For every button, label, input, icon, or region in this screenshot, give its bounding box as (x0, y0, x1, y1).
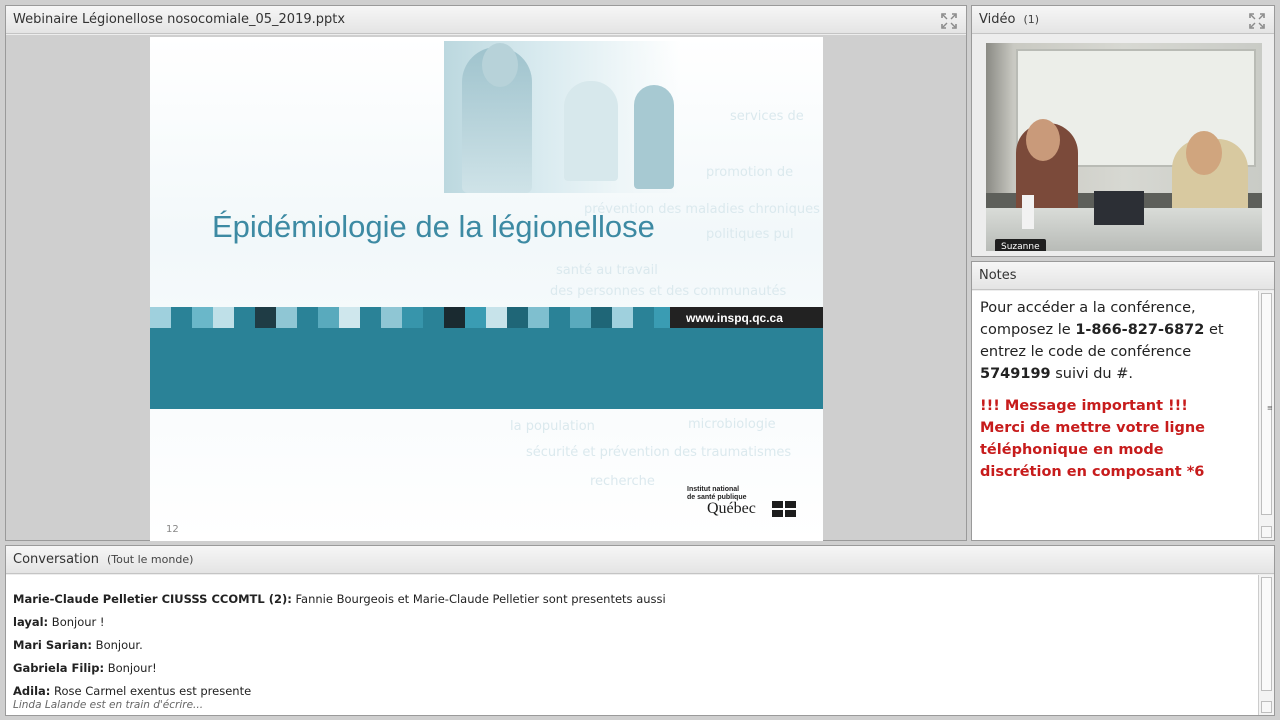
chat-text: Bonjour! (104, 661, 157, 675)
chat-message: Mari Sarian: Bonjour. (13, 637, 1251, 660)
chat-sender: Adila: (13, 684, 51, 698)
chat-pod: Conversation (Tout le monde) Marie-Claud… (5, 545, 1275, 716)
chat-message: layal: Bonjour ! (13, 614, 1251, 637)
conference-phone: 1-866-827-6872 (1075, 322, 1205, 338)
scroll-down-button[interactable] (1261, 701, 1272, 713)
notes-pod-title: Notes (979, 268, 1017, 283)
chat-text: Rose Carmel exentus est presente (50, 684, 252, 698)
share-pod: Webinaire Légionellose nosocomiale_05_20… (5, 5, 967, 541)
video-pod-title: Vidéo (979, 12, 1016, 27)
chat-pod-header: Conversation (Tout le monde) (6, 546, 1274, 574)
video-participant-count: (1) (1023, 13, 1040, 26)
slide-color-band (150, 328, 823, 409)
logo-name: Québec (707, 500, 756, 517)
notes-line: Pour accéder a la conférence, (980, 300, 1196, 316)
notes-scrollbar[interactable]: ≡ (1258, 291, 1274, 540)
notes-pod-header: Notes (972, 262, 1274, 290)
slide-ghost-text: recherche (590, 474, 655, 489)
expand-icon[interactable] (941, 13, 957, 29)
slide-url: www.inspq.qc.ca (670, 307, 823, 328)
scroll-down-button[interactable] (1261, 526, 1272, 538)
slide-ghost-text: politiques pul (706, 227, 794, 242)
slide-photo (444, 41, 680, 193)
notes-pod: Notes Pour accéder a la conférence, comp… (971, 261, 1275, 541)
chat-audience[interactable]: (Tout le monde) (107, 553, 193, 566)
share-pod-title: Webinaire Légionellose nosocomiale_05_20… (13, 12, 346, 27)
share-pod-header: Webinaire Légionellose nosocomiale_05_20… (6, 6, 966, 34)
chat-text: Bonjour ! (48, 615, 105, 629)
slide-ghost-text: microbiologie (688, 417, 776, 432)
typing-indicator: Linda Lalande est en train d'écrire... (13, 699, 204, 711)
chat-text: Fannie Bourgeois et Marie-Claude Pelleti… (291, 592, 666, 606)
slide-page-number: 12 (166, 524, 179, 535)
slide-ghost-text: sécurité et prévention des traumatismes (526, 445, 792, 460)
notes-line: 5749199 suivi du #. (980, 366, 1133, 382)
chat-text: Bonjour. (92, 638, 143, 652)
chat-message: Marie-Claude Pelletier CIUSSS CCOMTL (2)… (13, 591, 1251, 614)
important-message-heading: !!! Message important !!! (980, 398, 1188, 414)
chat-scrollbar[interactable] (1258, 575, 1274, 715)
participant-name-tag: Suzanne (995, 239, 1046, 251)
chat-sender: Gabriela Filip: (13, 661, 105, 675)
slide-ghost-text: des personnes et des communautés (550, 284, 787, 299)
chat-sender: Mari Sarian: (13, 638, 93, 652)
scrollbar-thumb[interactable]: ≡ (1261, 293, 1273, 515)
slide-ghost-text: la population (510, 419, 595, 434)
chat-sender: layal: (13, 615, 49, 629)
conference-code: 5749199 (980, 366, 1051, 382)
video-pod-header: Vidéo (1) (972, 6, 1274, 34)
notes-line: composez le 1-866-827-6872 et (980, 322, 1224, 338)
quebec-flag-icon (772, 501, 796, 517)
chat-messages: Marie-Claude Pelletier CIUSSS CCOMTL (2)… (6, 575, 1258, 715)
important-message-body: Merci de mettre votre ligne téléphonique… (980, 420, 1205, 480)
chat-pod-title: Conversation (13, 552, 99, 567)
notes-content: Pour accéder a la conférence, composez l… (972, 291, 1258, 540)
video-pod: Vidéo (1) Suzanne (971, 5, 1275, 257)
slide-title: Épidémiologie de la légionellose (212, 209, 655, 244)
notes-line: entrez le code de conférence (980, 344, 1192, 360)
slide-ghost-text: promotion de (706, 165, 794, 180)
presentation-slide: services de promotion de prévention des … (150, 37, 823, 541)
expand-icon[interactable] (1249, 13, 1265, 29)
chat-message: Gabriela Filip: Bonjour! (13, 660, 1251, 683)
inspq-logo: Institut national de santé publique Québ… (687, 486, 802, 522)
share-stage: services de promotion de prévention des … (6, 35, 966, 541)
webcam-video[interactable]: Suzanne (986, 43, 1262, 251)
scrollbar-thumb[interactable] (1261, 577, 1272, 691)
logo-line1: Institut national (687, 486, 740, 493)
chat-sender: Marie-Claude Pelletier CIUSSS CCOMTL (2)… (13, 592, 292, 606)
slide-ghost-text: services de (730, 109, 804, 124)
slide-ghost-text: santé au travail (556, 263, 658, 278)
